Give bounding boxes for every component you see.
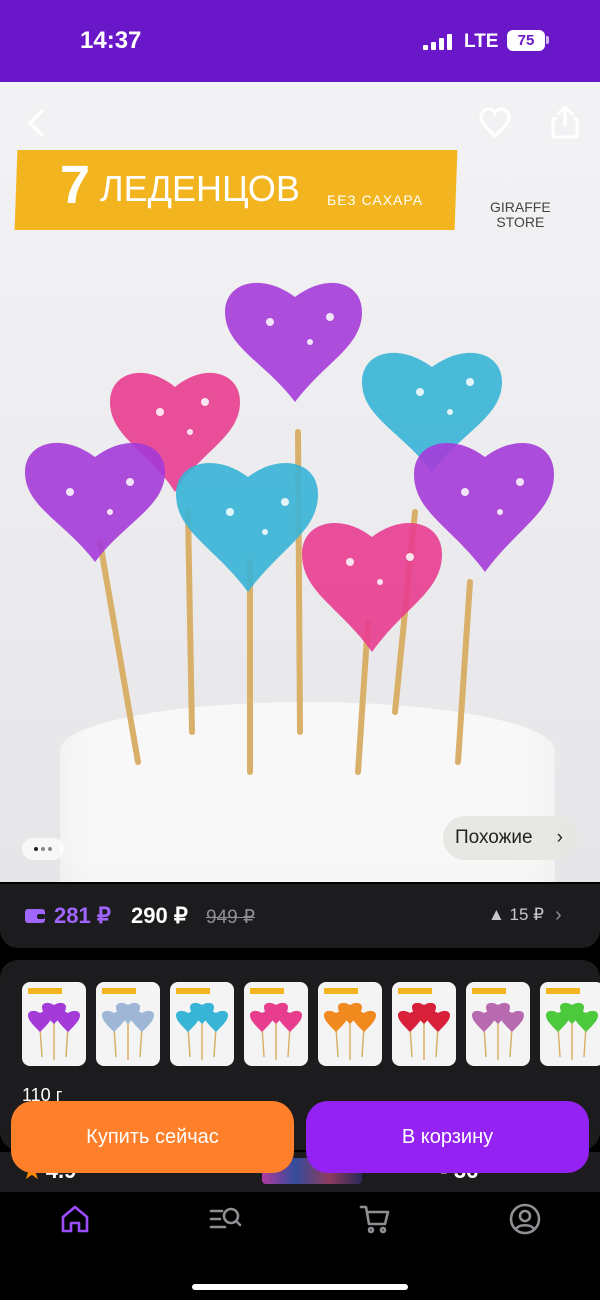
back-icon[interactable] <box>20 106 54 140</box>
wallet-icon <box>25 909 45 923</box>
status-bar: 14:37 LTE 75 <box>0 0 600 82</box>
price-change: ▲ 15 ₽ <box>488 905 544 924</box>
old-price: 949 ₽ <box>206 907 256 928</box>
variant-thumbnail[interactable] <box>392 982 456 1066</box>
lollipops-illustration <box>25 282 554 775</box>
gallery-page-indicator <box>22 838 64 860</box>
similar-label: Похожие <box>455 827 533 848</box>
share-icon[interactable] <box>548 104 582 140</box>
status-time: 14:37 <box>80 27 142 54</box>
home-icon[interactable] <box>58 1202 92 1236</box>
variant-thumbnail[interactable] <box>22 982 86 1066</box>
battery-icon: 75 <box>507 30 545 51</box>
chevron-right-icon: › <box>555 904 562 926</box>
buy-now-button[interactable]: Купить сейчас <box>11 1101 294 1173</box>
cart-icon[interactable] <box>358 1202 392 1236</box>
banner-number: 7 <box>60 155 91 215</box>
network-type: LTE <box>464 31 499 52</box>
variant-thumbnail[interactable] <box>170 982 234 1066</box>
catalog-search-icon[interactable] <box>208 1202 242 1236</box>
variant-thumbnail[interactable] <box>466 982 530 1066</box>
signal-strength-icon <box>423 34 455 50</box>
store-logo: GIRAFFE STORE <box>490 199 551 230</box>
similar-products-button[interactable]: Похожие › <box>443 816 577 860</box>
price-card[interactable]: 281 ₽ 290 ₽ 949 ₽ ▲ 15 ₽ › <box>0 884 600 948</box>
favorite-heart-icon[interactable] <box>478 106 512 140</box>
chevron-right-icon: › <box>556 827 563 848</box>
banner-title: ЛЕДЕНЦОВ <box>100 168 300 209</box>
home-indicator <box>192 1284 408 1290</box>
banner-subtitle: БЕЗ САХАРА <box>327 192 424 208</box>
price: 290 ₽ <box>131 903 188 928</box>
variant-thumbnail[interactable] <box>244 982 308 1066</box>
variant-thumbnail[interactable] <box>318 982 382 1066</box>
wallet-price: 281 ₽ <box>54 903 111 928</box>
add-to-cart-button[interactable]: В корзину <box>306 1101 589 1173</box>
product-image-gallery[interactable]: 7 ЛЕДЕНЦОВ БЕЗ САХАРА GIRAFFE STORE Похо… <box>0 82 600 882</box>
variant-thumbnail[interactable] <box>96 982 160 1066</box>
profile-icon[interactable] <box>508 1202 542 1236</box>
variant-thumbnail[interactable] <box>540 982 600 1066</box>
